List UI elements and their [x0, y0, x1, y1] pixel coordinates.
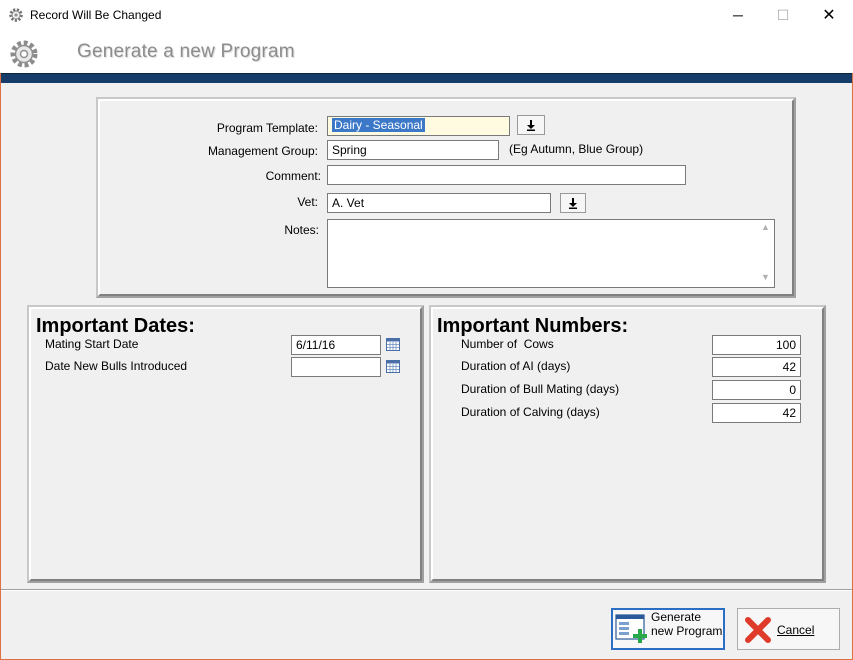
duration-bull-mating-field[interactable]: 0: [712, 380, 801, 400]
footer-divider: [1, 589, 852, 591]
maximize-button[interactable]: ☐: [760, 0, 806, 31]
program-template-field[interactable]: Dairy - Seasonal: [327, 116, 510, 136]
header-divider-bar: [1, 73, 852, 83]
calendar-icon[interactable]: [386, 360, 400, 373]
minimize-button[interactable]: ─: [715, 0, 761, 31]
scroll-up-icon[interactable]: ▲: [759, 222, 772, 232]
title-bar: Record Will Be Changed ─ ☐ ✕: [0, 0, 853, 31]
management-group-label: Management Group:: [207, 144, 318, 158]
bulls-introduced-field[interactable]: [291, 357, 381, 377]
cancel-label: Cancel: [777, 623, 815, 637]
generate-program-button[interactable]: Generate new Program: [611, 608, 725, 650]
vet-label: Vet:: [297, 195, 318, 209]
duration-bull-mating-label: Duration of Bull Mating (days): [461, 382, 620, 396]
important-dates-title: Important Dates:: [36, 315, 195, 337]
down-arrow-icon: [527, 120, 535, 131]
mating-start-label: Mating Start Date: [45, 337, 139, 351]
duration-calving-label: Duration of Calving (days): [461, 405, 600, 419]
settings-gear-icon: [10, 40, 38, 68]
notes-label: Notes:: [284, 223, 319, 237]
down-arrow-icon: [569, 198, 577, 209]
program-template-value: Dairy - Seasonal: [332, 118, 425, 132]
duration-calving-field[interactable]: 42: [712, 403, 801, 423]
management-group-hint: (Eg Autumn, Blue Group): [509, 142, 644, 156]
cancel-button[interactable]: Cancel: [737, 608, 840, 650]
duration-ai-label: Duration of AI (days): [461, 359, 571, 373]
gear-icon: [9, 8, 23, 22]
number-of-cows-label: Number of Cows: [461, 337, 554, 351]
vet-dropdown-button[interactable]: [560, 193, 586, 213]
vet-field[interactable]: A. Vet: [327, 193, 551, 213]
duration-ai-field[interactable]: 42: [712, 357, 801, 377]
program-template-dropdown-button[interactable]: [517, 115, 545, 135]
notes-scrollbar[interactable]: ▲ ▼: [757, 220, 774, 287]
program-template-label: Program Template:: [216, 121, 318, 135]
new-program-icon: [615, 614, 647, 643]
mating-start-field[interactable]: 6/11/16: [291, 335, 381, 355]
close-button[interactable]: ✕: [806, 0, 852, 31]
cancel-x-icon: [745, 617, 771, 643]
number-of-cows-field[interactable]: 100: [712, 335, 801, 355]
bulls-introduced-label: Date New Bulls Introduced: [45, 359, 188, 373]
scroll-down-icon[interactable]: ▼: [759, 272, 772, 282]
window-title: Record Will Be Changed: [30, 8, 162, 22]
management-group-field[interactable]: Spring: [327, 140, 499, 160]
page-title: Generate a new Program: [77, 41, 295, 62]
comment-label: Comment:: [265, 169, 321, 183]
important-numbers-title: Important Numbers:: [437, 315, 629, 337]
calendar-icon[interactable]: [386, 338, 400, 351]
generate-program-label: Generate new Program: [651, 610, 723, 638]
header: Generate a new Program: [0, 31, 853, 73]
comment-field[interactable]: [327, 165, 686, 185]
notes-textarea[interactable]: [327, 219, 775, 288]
